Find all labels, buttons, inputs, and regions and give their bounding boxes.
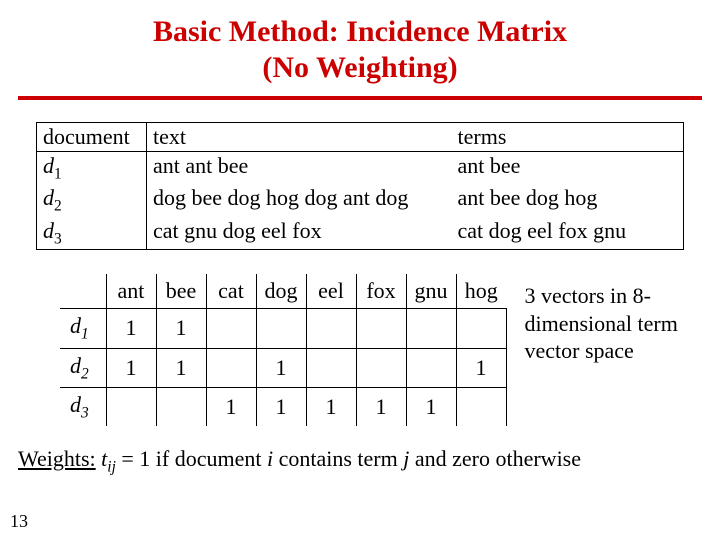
- matrix-cell: 1: [406, 387, 456, 426]
- matrix-row: d1 1 1: [60, 309, 506, 348]
- doc-id-sub: 2: [54, 198, 62, 215]
- doc-id-sub: 3: [54, 230, 62, 247]
- term-header: gnu: [406, 274, 456, 309]
- term-header: cat: [206, 274, 256, 309]
- matrix-cell: [306, 348, 356, 387]
- doc-terms: cat dog eel fox gnu: [452, 217, 684, 250]
- matrix-cell: [156, 387, 206, 426]
- doc-text: cat gnu dog eel fox: [147, 217, 452, 250]
- documents-table: document text terms d1 ant ant bee ant b…: [36, 122, 684, 250]
- term-header: eel: [306, 274, 356, 309]
- matrix-cell: [106, 387, 156, 426]
- matrix-cell: 1: [456, 348, 506, 387]
- matrix-cell: 1: [106, 348, 156, 387]
- hdr-text: text: [147, 123, 452, 152]
- matrix-row: d2 1 1 1 1: [60, 348, 506, 387]
- weights-tail: and zero otherwise: [409, 446, 581, 471]
- incidence-matrix: ant bee cat dog eel fox gnu hog d1 1 1 d…: [60, 274, 507, 426]
- doc-id-sub: 1: [54, 165, 62, 182]
- matrix-cell: 1: [356, 387, 406, 426]
- weights-ij: ij: [107, 459, 116, 476]
- matrix-cell: 1: [206, 387, 256, 426]
- matrix-cell: [306, 309, 356, 348]
- matrix-cell: [206, 348, 256, 387]
- hdr-terms: terms: [452, 123, 684, 152]
- term-header: ant: [106, 274, 156, 309]
- matrix-cell: [406, 309, 456, 348]
- page-number: 13: [10, 511, 28, 532]
- matrix-cell: 1: [156, 309, 206, 348]
- doc-text: ant ant bee: [147, 152, 452, 185]
- documents-table-row: d2 dog bee dog hog dog ant dog ant bee d…: [37, 184, 684, 216]
- weights-mid: = 1 if document: [116, 446, 267, 471]
- doc-id-letter: d: [43, 153, 54, 178]
- doc-sub: 2: [81, 365, 89, 382]
- documents-table-header: document text terms: [37, 123, 684, 152]
- matrix-cell: [356, 309, 406, 348]
- doc-sub: 3: [81, 404, 89, 421]
- matrix-cell: [456, 387, 506, 426]
- matrix-cell: [256, 309, 306, 348]
- doc-letter: d: [70, 392, 81, 417]
- term-header: dog: [256, 274, 306, 309]
- matrix-cell: [356, 348, 406, 387]
- title-underline: [18, 96, 702, 100]
- matrix-cell: 1: [256, 387, 306, 426]
- doc-terms: ant bee: [452, 152, 684, 185]
- matrix-cell: 1: [106, 309, 156, 348]
- weights-mid2: contains term: [273, 446, 403, 471]
- term-header: bee: [156, 274, 206, 309]
- documents-table-row: d1 ant ant bee ant bee: [37, 152, 684, 185]
- matrix-cell: [456, 309, 506, 348]
- weights-definition: Weights: tij = 1 if document i contains …: [18, 446, 720, 476]
- doc-id-letter: d: [43, 218, 54, 243]
- doc-id-letter: d: [43, 185, 54, 210]
- doc-letter: d: [70, 313, 81, 338]
- matrix-cell: 1: [306, 387, 356, 426]
- documents-table-row: d3 cat gnu dog eel fox cat dog eel fox g…: [37, 217, 684, 250]
- hdr-document: document: [37, 123, 147, 152]
- matrix-cell: 1: [256, 348, 306, 387]
- slide-title: Basic Method: Incidence Matrix (No Weigh…: [0, 0, 720, 86]
- matrix-cell: 1: [156, 348, 206, 387]
- doc-terms: ant bee dog hog: [452, 184, 684, 216]
- matrix-corner: [60, 274, 106, 309]
- term-header: hog: [456, 274, 506, 309]
- doc-sub: 1: [81, 326, 89, 343]
- weights-label: Weights:: [18, 446, 96, 471]
- matrix-row: d3 1 1 1 1 1: [60, 387, 506, 426]
- title-line-1: Basic Method: Incidence Matrix: [153, 15, 567, 48]
- side-note: 3 vectors in 8-dimensional term vector s…: [525, 282, 685, 365]
- doc-text: dog bee dog hog dog ant dog: [147, 184, 452, 216]
- matrix-header-row: ant bee cat dog eel fox gnu hog: [60, 274, 506, 309]
- title-line-2: (No Weighting): [262, 51, 457, 84]
- doc-letter: d: [70, 353, 81, 378]
- matrix-cell: [206, 309, 256, 348]
- matrix-cell: [406, 348, 456, 387]
- term-header: fox: [356, 274, 406, 309]
